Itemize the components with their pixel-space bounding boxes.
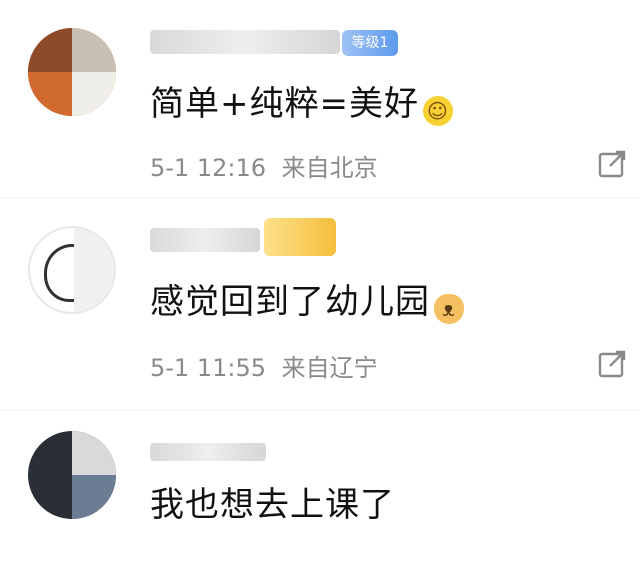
comment-text-content: 简单+纯粹=美好 [150, 84, 419, 124]
avatar[interactable] [28, 226, 116, 314]
username-blurred[interactable] [150, 443, 266, 461]
share-icon[interactable] [598, 150, 626, 178]
comment-text-content: 感觉回到了幼儿园 [150, 282, 430, 322]
comment-location: 来自辽宁 [281, 354, 378, 382]
comment-text: 感觉回到了幼儿园 ᴥ [150, 274, 464, 324]
comment-text-content: 我也想去上课了 [150, 485, 395, 525]
comment-item-1: 等级1 简单+纯粹=美好 ☺ 5-1 12:16 来自北京 [0, 0, 640, 195]
comment-meta: 5-1 12:16 来自北京 [150, 148, 378, 183]
avatar[interactable] [28, 28, 116, 116]
comment-location: 来自北京 [281, 154, 378, 182]
comment-item-2: 感觉回到了幼儿园 ᴥ 5-1 11:55 来自辽宁 [0, 198, 640, 408]
comment-time: 5-1 12:16 [150, 154, 266, 182]
comment-text: 我也想去上课了 [150, 477, 395, 526]
smile-emoji-icon: ☺ [422, 96, 453, 126]
username-blurred[interactable] [150, 228, 260, 252]
comment-meta: 5-1 11:55 来自辽宁 [150, 348, 378, 383]
dog-emoji-icon: ᴥ [434, 294, 464, 324]
user-level-badge [264, 218, 336, 256]
comment-time: 5-1 11:55 [150, 354, 266, 382]
comment-text: 简单+纯粹=美好 ☺ [150, 76, 453, 126]
avatar[interactable] [28, 431, 116, 519]
share-icon[interactable] [598, 350, 626, 378]
user-level-badge: 等级1 [342, 30, 398, 56]
username-blurred[interactable] [150, 30, 340, 54]
comment-item-3: 我也想去上课了 [0, 411, 640, 569]
